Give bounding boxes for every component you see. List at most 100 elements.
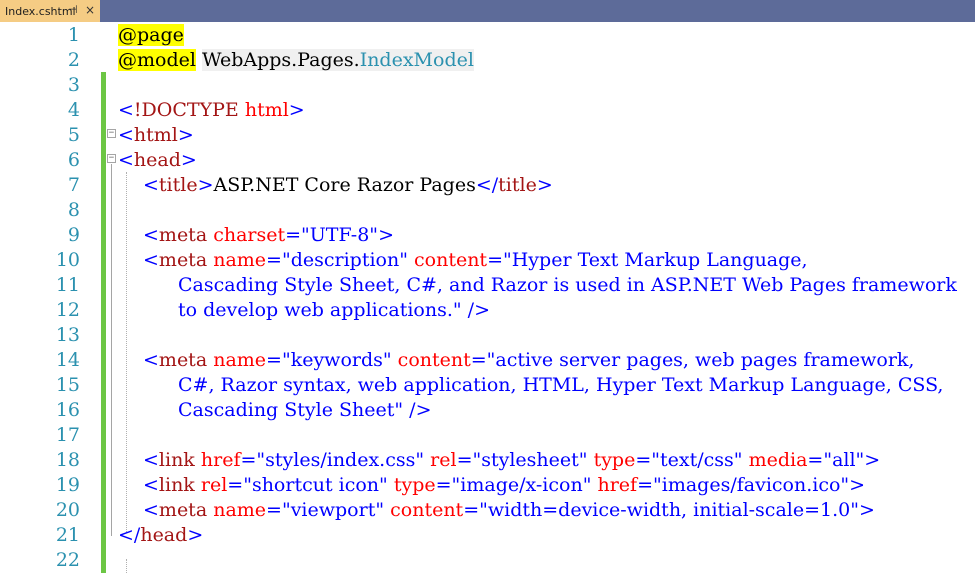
code-text: <meta name="description" content="Hyper …	[143, 248, 808, 273]
code-token: content	[397, 349, 471, 371]
code-line[interactable]: 17	[0, 423, 975, 448]
line-number: 15	[55, 374, 80, 396]
line-number: 2	[67, 49, 80, 71]
code-token: <	[143, 449, 159, 471]
pin-icon[interactable]: ⊣	[68, 3, 78, 16]
code-token: Cascading Style Sheet"	[178, 399, 404, 421]
code-token: <	[118, 124, 134, 146]
code-token: <	[143, 174, 159, 196]
line-number: 21	[55, 524, 80, 546]
code-token: >	[378, 224, 394, 246]
code-line[interactable]: 12 to develop web applications." />	[0, 298, 975, 323]
code-line[interactable]: 19 <link rel="shortcut icon" type="image/…	[0, 473, 975, 498]
tab-filename: Index.cshtml	[5, 4, 76, 18]
code-token: head	[133, 149, 181, 171]
code-token: href	[597, 474, 638, 496]
code-token: to develop web applications."	[178, 299, 462, 321]
line-number: 14	[55, 349, 80, 371]
code-line[interactable]: 15 C#, Razor syntax, web application, HTM…	[0, 373, 975, 398]
code-token: />	[409, 399, 432, 421]
code-token: link	[158, 474, 195, 496]
code-token: "text/css"	[651, 449, 743, 471]
code-text: <meta name="viewport" content="width=dev…	[143, 498, 875, 523]
code-token: html	[244, 99, 289, 121]
code-token: @model	[118, 49, 196, 71]
code-token: =	[266, 499, 282, 521]
code-line[interactable]: 21 </head>	[0, 523, 975, 548]
code-token: "images/favicon.ico"	[653, 474, 850, 496]
code-token: >	[288, 99, 305, 121]
code-line[interactable]: 20 <meta name="viewport" content="width=d…	[0, 498, 975, 523]
code-token: name	[213, 249, 267, 271]
code-token: >	[849, 474, 866, 496]
code-line[interactable]: 3	[0, 73, 975, 98]
code-token: type	[593, 449, 636, 471]
code-token: =	[807, 449, 824, 471]
code-token: =	[227, 474, 244, 496]
code-editor[interactable]: − − 1 @page 2 @model WebApps.Pages.IndexMod…	[0, 22, 975, 573]
code-text: Cascading Style Sheet" />	[178, 398, 432, 423]
code-token: =	[266, 249, 282, 271]
code-text: </head>	[118, 523, 203, 548]
line-number: 5	[67, 124, 80, 146]
line-number: 11	[55, 274, 80, 296]
code-line[interactable]: 13	[0, 323, 975, 348]
close-icon[interactable]: ×	[85, 3, 95, 17]
line-number: 1	[67, 24, 80, 46]
code-token: content	[414, 249, 488, 271]
code-token: "all"	[823, 449, 865, 471]
code-token: =	[487, 249, 503, 271]
code-token: media	[748, 449, 808, 471]
code-token: <	[143, 499, 159, 521]
code-text: <html>	[118, 123, 194, 148]
code-text: <meta charset="UTF-8">	[143, 223, 394, 248]
code-line[interactable]: 22	[0, 548, 975, 573]
code-token: title	[498, 174, 537, 196]
code-line[interactable]: 2 @model WebApps.Pages.IndexModel	[0, 48, 975, 73]
line-number: 12	[55, 299, 80, 321]
code-line[interactable]: 11 Cascading Style Sheet, C#, and Razor i…	[0, 273, 975, 298]
code-token: =	[266, 349, 282, 371]
code-line[interactable]: 10 <meta name="description" content="Hype…	[0, 248, 975, 273]
line-number: 7	[67, 174, 80, 196]
line-number: 20	[55, 499, 80, 521]
code-token: link	[158, 449, 195, 471]
code-token: html	[133, 124, 178, 146]
code-token: </	[118, 524, 141, 546]
code-token: charset	[213, 224, 286, 246]
code-line[interactable]: 1 @page	[0, 23, 975, 48]
code-token: >	[180, 149, 197, 171]
document-tab[interactable]: Index.cshtml ⊣ ×	[0, 0, 100, 22]
code-token: name	[213, 499, 267, 521]
code-text: <title>ASP.NET Core Razor Pages</title>	[143, 173, 553, 198]
code-text: <link rel="shortcut icon" type="image/x-…	[143, 473, 865, 498]
code-token: </	[475, 174, 499, 196]
code-text: Cascading Style Sheet, C#, and Razor is …	[178, 273, 957, 298]
code-token: "active server pages, web pages framewor…	[486, 349, 915, 371]
code-token: >	[187, 524, 204, 546]
code-line[interactable]: 8	[0, 198, 975, 223]
code-token: href	[200, 449, 241, 471]
code-line[interactable]: 7 <title>ASP.NET Core Razor Pages</title>	[0, 173, 975, 198]
code-token: =	[470, 349, 487, 371]
code-token: >	[536, 174, 553, 196]
code-token: <	[143, 349, 159, 371]
code-line[interactable]: 9 <meta charset="UTF-8">	[0, 223, 975, 248]
code-text: <!DOCTYPE html>	[118, 98, 305, 123]
code-line[interactable]: 4 <!DOCTYPE html>	[0, 98, 975, 123]
code-token: >	[197, 174, 214, 196]
code-token: rel	[430, 449, 457, 471]
code-text: to develop web applications." />	[178, 298, 490, 323]
line-number: 3	[67, 74, 80, 96]
code-line[interactable]: 6 <head>	[0, 148, 975, 173]
code-token: "description"	[281, 249, 408, 271]
code-token: <	[118, 149, 134, 171]
code-line[interactable]: 5 <html>	[0, 123, 975, 148]
line-number: 6	[67, 149, 80, 171]
code-token: @page	[118, 24, 184, 46]
code-token: =	[456, 449, 473, 471]
code-line[interactable]: 14 <meta name="keywords" content="active …	[0, 348, 975, 373]
code-token: =	[637, 474, 654, 496]
code-line[interactable]: 16 Cascading Style Sheet" />	[0, 398, 975, 423]
code-line[interactable]: 18 <link href="styles/index.css" rel="sty…	[0, 448, 975, 473]
